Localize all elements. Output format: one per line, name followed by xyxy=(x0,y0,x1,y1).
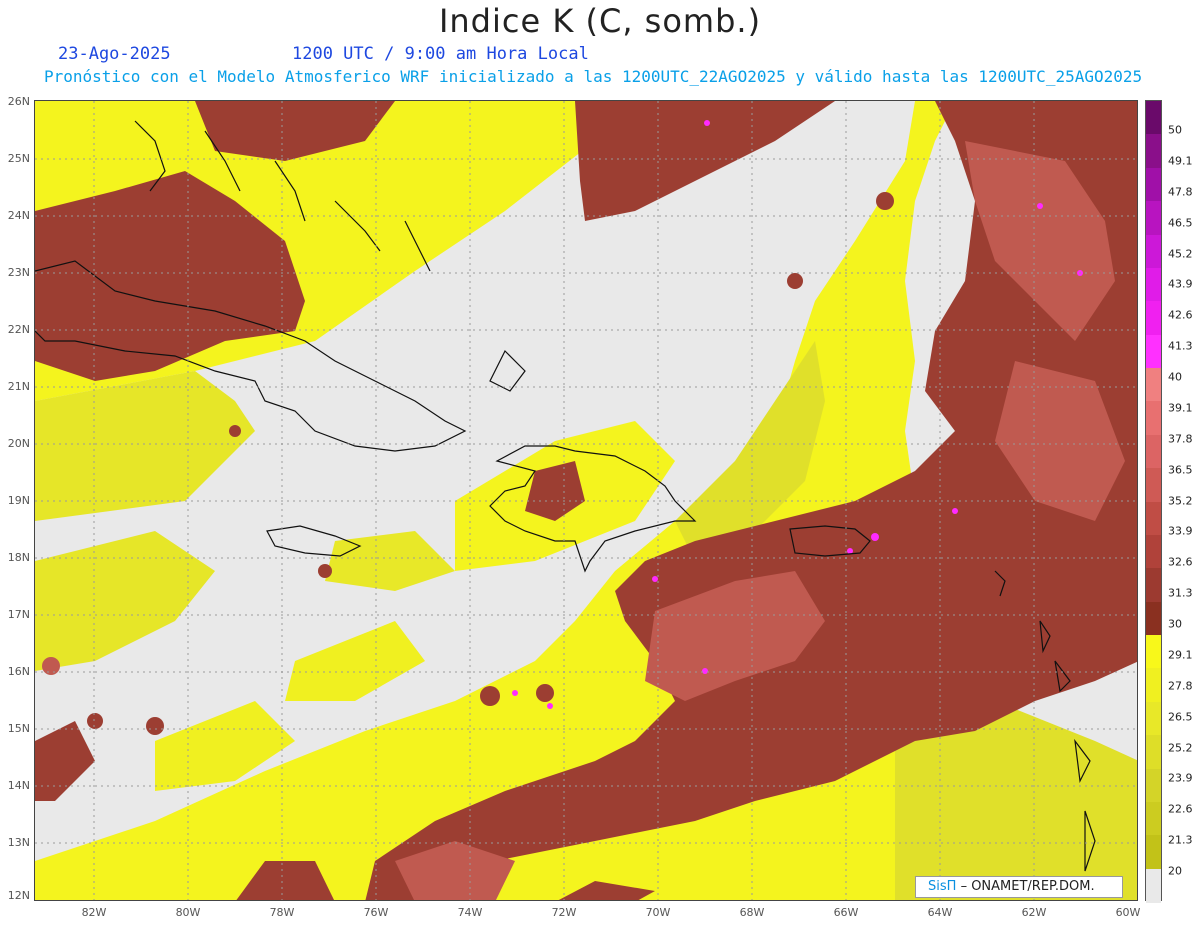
colorbar-label: 46.5 xyxy=(1168,216,1193,230)
colorbar-label: 37.8 xyxy=(1168,432,1193,446)
colorbar-segment xyxy=(1146,301,1161,336)
colorbar-label: 20 xyxy=(1168,864,1182,878)
colorbar-label: 23.9 xyxy=(1168,771,1193,785)
colorbar-segment xyxy=(1146,768,1161,803)
colorbar-label: 40 xyxy=(1168,370,1182,384)
lat-label: 12N xyxy=(7,889,30,902)
lon-label: 76W xyxy=(363,906,389,919)
colorbar-label: 35.2 xyxy=(1168,494,1193,507)
colorbar-label: 42.6 xyxy=(1168,308,1193,322)
colorbar-label: 32.6 xyxy=(1168,555,1193,569)
colorbar-segment xyxy=(1146,267,1161,302)
lon-label: 70W xyxy=(645,906,671,919)
colorbar-label: 33.9 xyxy=(1168,524,1193,538)
lat-label: 20N xyxy=(7,437,30,450)
sispi-logo: SisΠ xyxy=(928,879,957,894)
colorbar-segment xyxy=(1146,234,1161,269)
colorbar-label: 22.6 xyxy=(1168,802,1193,816)
colorbar-segment xyxy=(1146,701,1161,736)
colorbar-segment xyxy=(1146,468,1161,502)
model-subtitle: Pronóstico con el Modelo Atmosferico WRF… xyxy=(44,67,1143,86)
colorbar xyxy=(1145,100,1162,903)
lat-label: 18N xyxy=(7,551,30,564)
colorbar-segment xyxy=(1146,101,1161,135)
lat-label: 23N xyxy=(7,266,30,279)
valid-time: 1200 UTC / 9:00 am Hora Local xyxy=(292,44,589,64)
credit-box: SisΠ – ONAMET/REP.DOM. xyxy=(915,876,1123,898)
colorbar-segment xyxy=(1146,401,1161,436)
map-title: Indice K (C, somb.) xyxy=(438,2,762,40)
colorbar-segment xyxy=(1146,668,1161,703)
map-canvas xyxy=(35,101,1137,900)
colorbar-label: 29.1 xyxy=(1168,648,1193,662)
lon-label: 80W xyxy=(175,906,201,919)
lon-label: 68W xyxy=(739,906,765,919)
lon-label: 64W xyxy=(927,906,953,919)
colorbar-label: 45.2 xyxy=(1168,247,1193,260)
lat-label: 19N xyxy=(7,494,30,507)
colorbar-segment xyxy=(1146,868,1161,903)
colorbar-segment xyxy=(1146,134,1161,169)
lat-label: 14N xyxy=(7,779,30,792)
colorbar-label: 47.8 xyxy=(1168,185,1193,199)
colorbar-label: 26.5 xyxy=(1168,710,1193,724)
lat-label: 21N xyxy=(7,380,30,393)
lat-label: 25N xyxy=(7,152,30,165)
colorbar-segment xyxy=(1146,568,1161,603)
colorbar-segment xyxy=(1146,635,1161,669)
colorbar-segment xyxy=(1146,167,1161,202)
lon-label: 82W xyxy=(81,906,107,919)
lon-label: 66W xyxy=(833,906,859,919)
colorbar-label: 39.1 xyxy=(1168,401,1193,415)
colorbar-label: 27.8 xyxy=(1168,679,1193,693)
colorbar-segment xyxy=(1146,601,1161,636)
lat-label: 17N xyxy=(7,608,30,621)
colorbar-label: 36.5 xyxy=(1168,463,1193,477)
k-index-map xyxy=(34,100,1138,901)
colorbar-segment xyxy=(1146,501,1161,536)
lat-label: 26N xyxy=(7,95,30,108)
colorbar-label: 41.3 xyxy=(1168,339,1193,353)
colorbar-segment xyxy=(1146,735,1161,769)
lat-label: 16N xyxy=(7,665,30,678)
lat-label: 24N xyxy=(7,209,30,222)
colorbar-segment xyxy=(1146,534,1161,569)
colorbar-label: 30 xyxy=(1168,617,1182,631)
lon-label: 72W xyxy=(551,906,577,919)
colorbar-label: 43.9 xyxy=(1168,277,1193,291)
credit-text: – ONAMET/REP.DOM. xyxy=(960,879,1095,894)
colorbar-label: 25.2 xyxy=(1168,741,1193,754)
colorbar-segment xyxy=(1146,201,1161,235)
colorbar-segment xyxy=(1146,801,1161,836)
lon-label: 60W xyxy=(1115,906,1141,919)
colorbar-segment xyxy=(1146,334,1161,369)
colorbar-label: 21.3 xyxy=(1168,833,1193,847)
lon-label: 78W xyxy=(269,906,295,919)
colorbar-label: 49.1 xyxy=(1168,154,1193,168)
colorbar-segment xyxy=(1146,434,1161,469)
lat-label: 13N xyxy=(7,836,30,849)
lat-label: 22N xyxy=(7,323,30,336)
lat-label: 15N xyxy=(7,722,30,735)
lon-label: 74W xyxy=(457,906,483,919)
forecast-date: 23-Ago-2025 xyxy=(58,44,171,64)
lon-label: 62W xyxy=(1021,906,1047,919)
colorbar-label: 31.3 xyxy=(1168,586,1193,600)
colorbar-segment xyxy=(1146,835,1161,870)
colorbar-label: 50 xyxy=(1168,123,1182,137)
colorbar-segment xyxy=(1146,368,1161,402)
